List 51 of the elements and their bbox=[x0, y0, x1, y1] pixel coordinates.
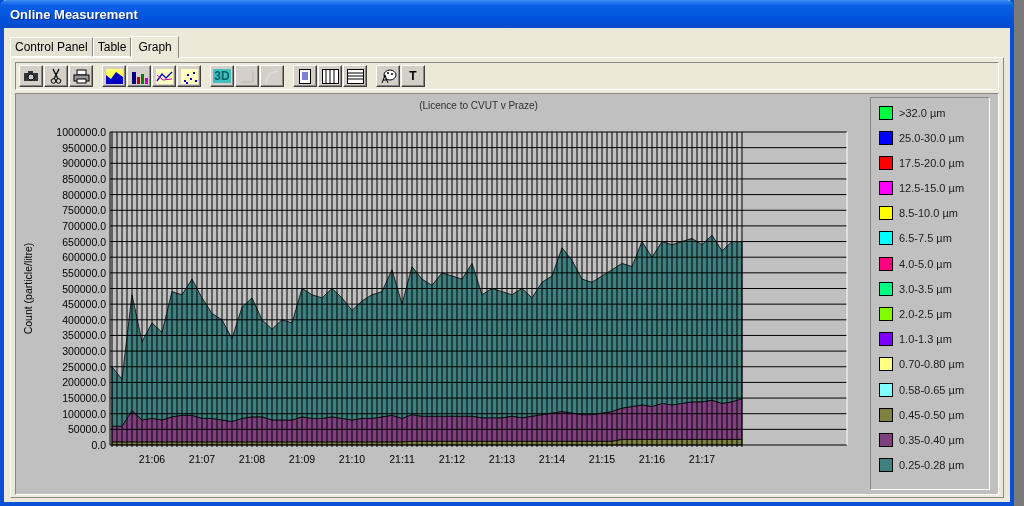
y-tick-label: 200000.0 bbox=[62, 376, 106, 389]
y-tick-label: 600000.0 bbox=[62, 251, 106, 264]
legend-label: 1.0-1.3 µm bbox=[899, 333, 952, 346]
x-tick-label: 21:08 bbox=[238, 453, 266, 465]
legend-label: 0.25-0.28 µm bbox=[899, 459, 965, 472]
y-tick-label: 350000.0 bbox=[62, 329, 106, 342]
chart-title: (Licence to CVUT v Praze) bbox=[419, 100, 538, 111]
x-tick-label: 21:09 bbox=[288, 453, 316, 465]
y-tick-label: 250000.0 bbox=[62, 360, 106, 373]
y-tick-label: 750000.0 bbox=[62, 204, 106, 217]
legend-label: 8.5-10.0 µm bbox=[899, 207, 958, 220]
y-tick-label: 300000.0 bbox=[62, 345, 106, 358]
legend-label: 4.0-5.0 µm bbox=[899, 257, 952, 270]
y-tick-label: 450000.0 bbox=[62, 298, 106, 311]
y-tick-label: 100000.0 bbox=[62, 407, 106, 420]
y-tick-label: 1000000.0 bbox=[56, 126, 106, 138]
y-tick-label: 700000.0 bbox=[62, 219, 106, 232]
y-tick-label: 150000.0 bbox=[62, 392, 106, 405]
legend-label: >32.0 µm bbox=[899, 106, 946, 119]
y-tick-label: 850000.0 bbox=[62, 172, 106, 185]
legend-label: 0.58-0.65 µm bbox=[899, 383, 965, 396]
legend-label: 0.35-0.40 µm bbox=[899, 433, 965, 446]
legend-label: 0.45-0.50 µm bbox=[899, 408, 965, 421]
window-title: Online Measurement bbox=[10, 6, 138, 22]
y-tick-label: 650000.0 bbox=[62, 235, 106, 248]
x-tick-label: 21:06 bbox=[138, 453, 166, 465]
x-tick-label: 21:12 bbox=[438, 453, 466, 465]
x-tick-label: 21:11 bbox=[389, 453, 415, 465]
legend-label: 12.5-15.0 µm bbox=[899, 182, 965, 195]
y-tick-label: 950000.0 bbox=[62, 141, 106, 154]
x-tick-label: 21:10 bbox=[338, 453, 366, 465]
x-tick-label: 21:15 bbox=[588, 453, 616, 465]
y-tick-label: 550000.0 bbox=[62, 266, 106, 279]
legend-label: 25.0-30.0 µm bbox=[899, 131, 965, 144]
x-tick-label: 21:16 bbox=[638, 453, 666, 465]
legend-label: 3.0-3.5 µm bbox=[899, 282, 952, 295]
legend-label: 0.70-0.80 µm bbox=[899, 358, 965, 371]
legend-label: 2.0-2.5 µm bbox=[899, 308, 952, 320]
y-tick-label: 900000.0 bbox=[62, 157, 106, 170]
y-tick-label: 500000.0 bbox=[62, 282, 106, 295]
legend-label: 6.5-7.5 µm bbox=[899, 232, 952, 245]
y-tick-label: 800000.0 bbox=[62, 188, 106, 201]
legend-label: 17.5-20.0 µm bbox=[899, 156, 965, 169]
x-tick-label: 21:14 bbox=[538, 453, 566, 465]
x-tick-label: 21:07 bbox=[188, 453, 216, 465]
y-tick-label: 50000.0 bbox=[68, 423, 106, 436]
y-axis-title: Count (particle/litre) bbox=[22, 242, 34, 335]
x-tick-label: 21:13 bbox=[488, 453, 516, 465]
y-tick-label: 400000.0 bbox=[62, 313, 106, 326]
y-tick-label: 0.0 bbox=[91, 439, 106, 451]
x-tick-label: 21:17 bbox=[688, 453, 716, 465]
